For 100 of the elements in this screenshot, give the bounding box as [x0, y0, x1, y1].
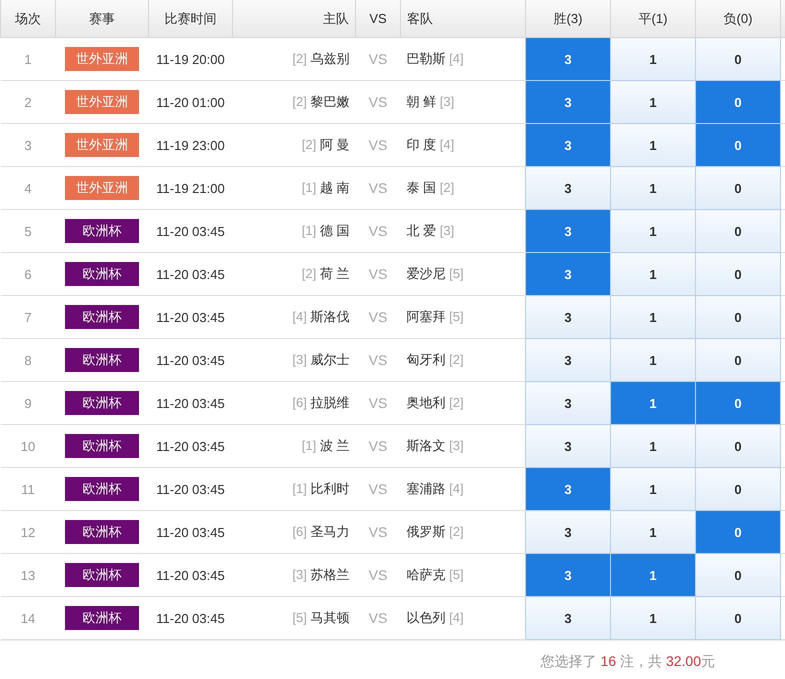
odds-option[interactable]: 0	[696, 124, 780, 166]
team-rank: [6]	[292, 524, 307, 539]
team-rank: [4]	[440, 137, 454, 152]
team-rank: [5]	[449, 309, 464, 324]
odds-option[interactable]: 3	[526, 80, 610, 124]
team-rank: [4]	[292, 309, 307, 324]
selection-summary: 您选择了 16 注，共 32.00元	[540, 653, 715, 671]
odds-option[interactable]: 0	[696, 554, 780, 596]
odds-option[interactable]: 1	[610, 596, 696, 640]
odds-option[interactable]: 0	[696, 252, 780, 296]
odds-option[interactable]: 0	[696, 338, 780, 382]
team-rank: [3]	[440, 223, 454, 238]
team-rank: [3]	[440, 94, 454, 109]
odds-option[interactable]: 3	[526, 38, 610, 80]
column-header: 主队	[232, 0, 356, 38]
league-tag: 欧洲杯	[65, 520, 139, 544]
odds-option[interactable]: 3	[526, 382, 610, 424]
away-team: 印 度	[406, 137, 436, 152]
team-rank: [3]	[292, 352, 307, 367]
odds-option[interactable]: 1	[610, 38, 696, 80]
odds-option[interactable]: 0	[696, 382, 780, 424]
match-time: 11-20 03:45	[148, 210, 232, 252]
odds-option[interactable]: 1	[610, 554, 696, 596]
odds-option[interactable]: 1	[610, 468, 696, 510]
match-time: 11-20 03:45	[148, 468, 232, 510]
column-header: 比赛时间	[148, 0, 232, 38]
odds-option[interactable]: 0	[696, 510, 780, 554]
versus-label: VS	[368, 567, 388, 583]
odds-option[interactable]: 0	[696, 468, 780, 510]
odds-option[interactable]: 0	[696, 38, 780, 80]
match-time: 11-20 03:45	[148, 252, 232, 296]
odds-option[interactable]: 0	[696, 424, 780, 468]
league-tag: 欧洲杯	[65, 391, 139, 415]
team-rank: [1]	[292, 481, 307, 496]
odds-option[interactable]: 0	[696, 296, 780, 338]
match-number: 6	[0, 252, 56, 296]
team-rank: [1]	[302, 180, 316, 195]
odds-option[interactable]: 3	[526, 252, 610, 296]
versus-label: VS	[368, 94, 388, 110]
odds-option[interactable]: 3	[526, 166, 610, 210]
odds-option[interactable]: 3	[526, 510, 610, 554]
versus-label: VS	[368, 137, 388, 153]
odds-option[interactable]: 3	[526, 468, 610, 510]
odds-option[interactable]: 3	[526, 554, 610, 596]
league-tag: 欧洲杯	[65, 434, 139, 458]
match-time: 11-20 03:45	[148, 510, 232, 554]
away-team: 匈牙利	[406, 352, 446, 367]
odds-option[interactable]: 1	[610, 382, 696, 424]
column-header: 赛事	[56, 0, 148, 38]
column-header: 负(0)	[696, 0, 780, 38]
match-time: 11-20 03:45	[148, 424, 232, 468]
odds-option[interactable]: 1	[610, 80, 696, 124]
odds-option[interactable]: 0	[696, 166, 780, 210]
team-rank: [5]	[449, 567, 464, 582]
team-rank: [1]	[302, 223, 316, 238]
odds-option[interactable]: 1	[610, 124, 696, 166]
home-team: 阿 曼	[320, 137, 350, 152]
versus-label: VS	[368, 51, 388, 67]
home-team: 圣马力	[310, 524, 350, 539]
odds-option[interactable]: 3	[526, 210, 610, 252]
versus-label: VS	[368, 223, 388, 239]
home-team: 苏格兰	[310, 567, 350, 582]
team-rank: [2]	[292, 51, 307, 66]
match-number: 12	[0, 510, 56, 554]
column-header: VS	[356, 0, 400, 38]
away-team: 朝 鲜	[406, 94, 436, 109]
team-rank: [5]	[292, 610, 307, 625]
odds-option[interactable]: 1	[610, 210, 696, 252]
odds-option[interactable]: 0	[696, 80, 780, 124]
match-number: 10	[0, 424, 56, 468]
odds-option[interactable]: 3	[526, 124, 610, 166]
odds-option[interactable]: 3	[526, 296, 610, 338]
odds-option[interactable]: 0	[696, 596, 780, 640]
match-number: 9	[0, 382, 56, 424]
away-team: 俄罗斯	[406, 524, 446, 539]
match-number: 4	[0, 166, 56, 210]
column-header: 平(1)	[610, 0, 696, 38]
odds-option[interactable]: 1	[610, 252, 696, 296]
league-tag: 世外亚洲	[65, 133, 139, 157]
away-team: 巴勒斯	[406, 51, 446, 66]
odds-option[interactable]: 1	[610, 510, 696, 554]
team-rank: [4]	[449, 481, 464, 496]
odds-option[interactable]: 1	[610, 166, 696, 210]
league-tag: 世外亚洲	[65, 90, 139, 114]
match-time: 11-20 03:45	[148, 338, 232, 382]
odds-option[interactable]: 1	[610, 424, 696, 468]
match-number: 5	[0, 210, 56, 252]
match-time: 11-19 20:00	[148, 38, 232, 80]
match-time: 11-20 01:00	[148, 80, 232, 124]
home-team: 乌兹别	[310, 51, 350, 66]
team-rank: [3]	[449, 438, 464, 453]
odds-option[interactable]: 3	[526, 424, 610, 468]
odds-option[interactable]: 1	[610, 296, 696, 338]
odds-option[interactable]: 1	[610, 338, 696, 382]
team-rank: [2]	[449, 395, 464, 410]
odds-option[interactable]: 3	[526, 338, 610, 382]
team-rank: [4]	[449, 51, 464, 66]
odds-option[interactable]: 3	[526, 596, 610, 640]
match-time: 11-19 21:00	[148, 166, 232, 210]
odds-option[interactable]: 0	[696, 210, 780, 252]
